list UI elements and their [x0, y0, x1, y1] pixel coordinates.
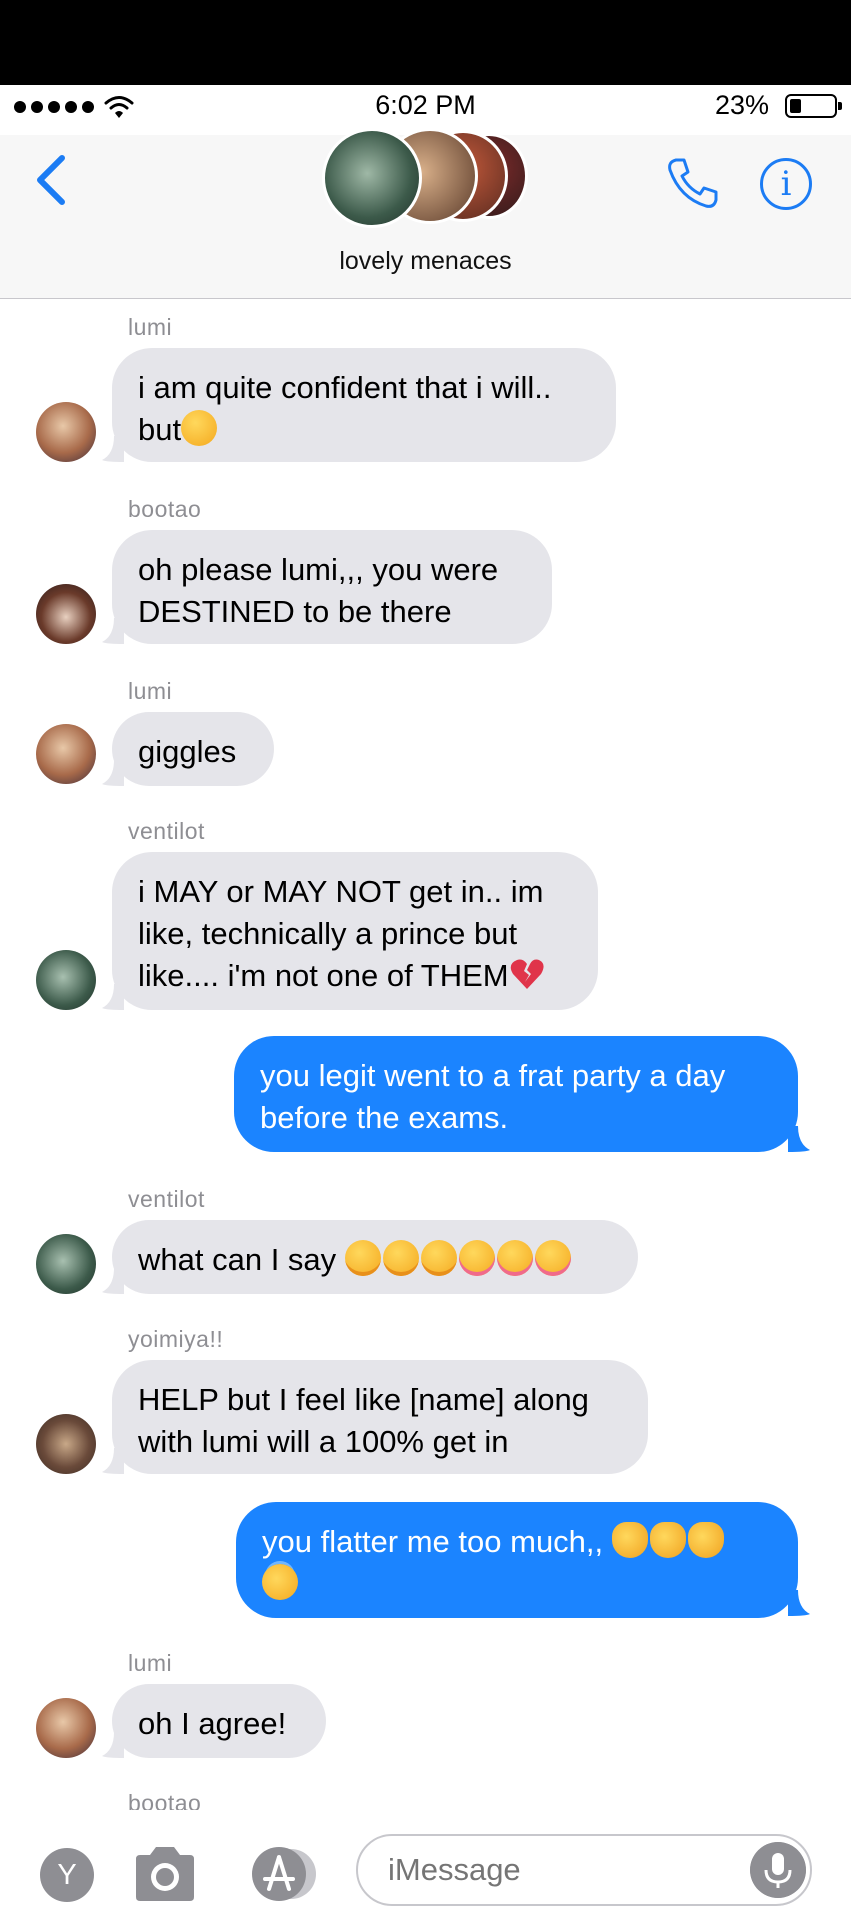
camera-icon[interactable]: [132, 1845, 198, 1903]
sender-name: lumi: [128, 1650, 173, 1676]
message-bubble[interactable]: what can I say: [112, 1220, 638, 1294]
message-text: oh please lumi,,, you were DESTINED to b…: [138, 552, 499, 629]
battery-icon: [785, 94, 842, 118]
back-button[interactable]: [26, 150, 76, 210]
sender-name: lumi: [128, 314, 173, 340]
avatar-ventilot[interactable]: [36, 1234, 96, 1294]
drooling-emoji-icon: [382, 1240, 419, 1276]
sender-name: yoimiya!!: [128, 1326, 224, 1352]
sender-name: ventilot: [128, 818, 205, 844]
message-bubble[interactable]: HELP but I feel like [name] along with l…: [112, 1360, 648, 1474]
halo-emoji-icon: [262, 1564, 298, 1600]
yum-emoji-icon: [458, 1240, 495, 1276]
yum-emoji-icon: [496, 1240, 533, 1276]
avatar-yoimiya[interactable]: [36, 1414, 96, 1474]
group-avatar-stack[interactable]: [322, 128, 532, 228]
smirking-cat-icon: [687, 1522, 724, 1558]
smirking-cat-icon: [649, 1522, 686, 1558]
message-text: you legit went to a frat party a day bef…: [260, 1058, 726, 1135]
pensive-emoji-icon: [181, 410, 218, 446]
message-text: giggles: [138, 734, 237, 769]
sender-name: bootao: [128, 496, 202, 522]
group-avatar-1: [322, 128, 422, 228]
avatar-lumi[interactable]: [36, 1698, 96, 1758]
message-text: you flatter me too much,,: [262, 1524, 612, 1559]
message-input[interactable]: [356, 1834, 812, 1906]
message-bubble[interactable]: i MAY or MAY NOT get in.. im like, techn…: [112, 852, 598, 1010]
message-bubble[interactable]: you flatter me too much,,: [236, 1502, 798, 1618]
message-bubble[interactable]: you legit went to a frat party a day bef…: [234, 1036, 798, 1152]
apps-button[interactable]: Y: [40, 1848, 94, 1902]
drooling-emoji-icon: [420, 1240, 457, 1276]
avatar-lumi[interactable]: [36, 402, 96, 462]
yum-emoji-icon: [534, 1240, 571, 1276]
phone-icon[interactable]: [664, 154, 722, 212]
sender-name: lumi: [128, 678, 173, 704]
group-name[interactable]: lovely menaces: [0, 247, 851, 276]
message-bubble[interactable]: oh please lumi,,, you were DESTINED to b…: [112, 530, 552, 644]
avatar-ventilot[interactable]: [36, 950, 96, 1010]
avatar-bootao[interactable]: [36, 584, 96, 644]
info-button[interactable]: i: [760, 158, 812, 210]
battery-percent: 23%: [714, 90, 769, 120]
sender-name: ventilot: [128, 1186, 205, 1212]
app-store-icon[interactable]: [243, 1845, 321, 1903]
top-black-bar: [0, 0, 851, 85]
drooling-emoji-icon: [344, 1240, 381, 1276]
message-bubble[interactable]: i am quite confident that i will.. but: [112, 348, 616, 462]
smirking-cat-icon: [611, 1522, 648, 1558]
avatar-lumi[interactable]: [36, 724, 96, 784]
broken-heart-icon: [510, 959, 544, 989]
message-bubble[interactable]: oh I agree!: [112, 1684, 326, 1758]
message-bubble[interactable]: giggles: [112, 712, 274, 786]
message-text: what can I say: [138, 1242, 345, 1277]
message-text: oh I agree!: [138, 1706, 287, 1741]
message-text: i MAY or MAY NOT get in.. im like, techn…: [138, 874, 544, 993]
microphone-icon[interactable]: [750, 1842, 806, 1898]
message-text: HELP but I feel like [name] along with l…: [138, 1382, 589, 1459]
